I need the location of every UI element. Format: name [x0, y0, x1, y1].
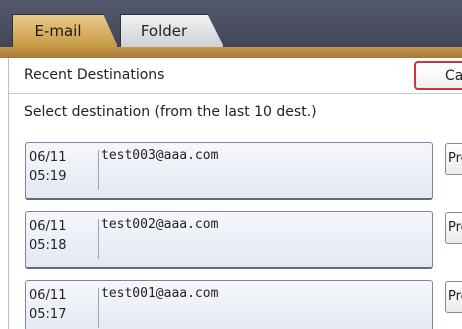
cancel-button[interactable]: Can	[414, 61, 462, 90]
destination-time: 05:18	[29, 238, 67, 253]
destination-date: 06/11	[29, 150, 67, 165]
destination-email: test001@aaa.com	[101, 286, 219, 301]
tab-email-label: E-mail	[34, 22, 82, 40]
row-divider	[98, 219, 99, 259]
instruction-text: Select destination (from the last 10 des…	[24, 104, 317, 120]
destination-email: test003@aaa.com	[101, 148, 219, 163]
program-button[interactable]: Pro	[445, 143, 462, 175]
recent-destinations-screen: E-mail Folder Recent Destinations Can Se…	[0, 0, 462, 329]
destination-datetime: 06/11 05:18	[29, 217, 66, 255]
destination-datetime: 06/11 05:17	[29, 286, 66, 324]
destination-email: test002@aaa.com	[101, 217, 219, 232]
destination-datetime: 06/11 05:19	[29, 148, 66, 186]
program-button[interactable]: Pro	[445, 281, 462, 313]
destination-time: 05:17	[29, 307, 67, 322]
destination-date: 06/11	[29, 219, 67, 234]
tab-email[interactable]: E-mail	[12, 14, 118, 47]
destination-row[interactable]: 06/11 05:19 test003@aaa.com	[25, 142, 433, 200]
row-divider	[98, 288, 99, 328]
destination-date: 06/11	[29, 288, 67, 303]
recent-destinations-panel: Recent Destinations Can Select destinati…	[8, 58, 462, 329]
tab-bar: E-mail Folder	[0, 0, 462, 58]
program-button[interactable]: Pro	[445, 212, 462, 244]
panel-title: Recent Destinations	[24, 67, 165, 83]
destination-row[interactable]: 06/11 05:17 test001@aaa.com	[25, 280, 433, 329]
tab-folder[interactable]: Folder	[120, 14, 224, 47]
tab-folder-label: Folder	[140, 22, 188, 40]
tab-underline	[0, 47, 462, 58]
destination-time: 05:19	[29, 169, 67, 184]
row-divider	[98, 150, 99, 190]
destination-row[interactable]: 06/11 05:18 test002@aaa.com	[25, 211, 433, 269]
panel-header: Recent Destinations	[9, 58, 462, 94]
